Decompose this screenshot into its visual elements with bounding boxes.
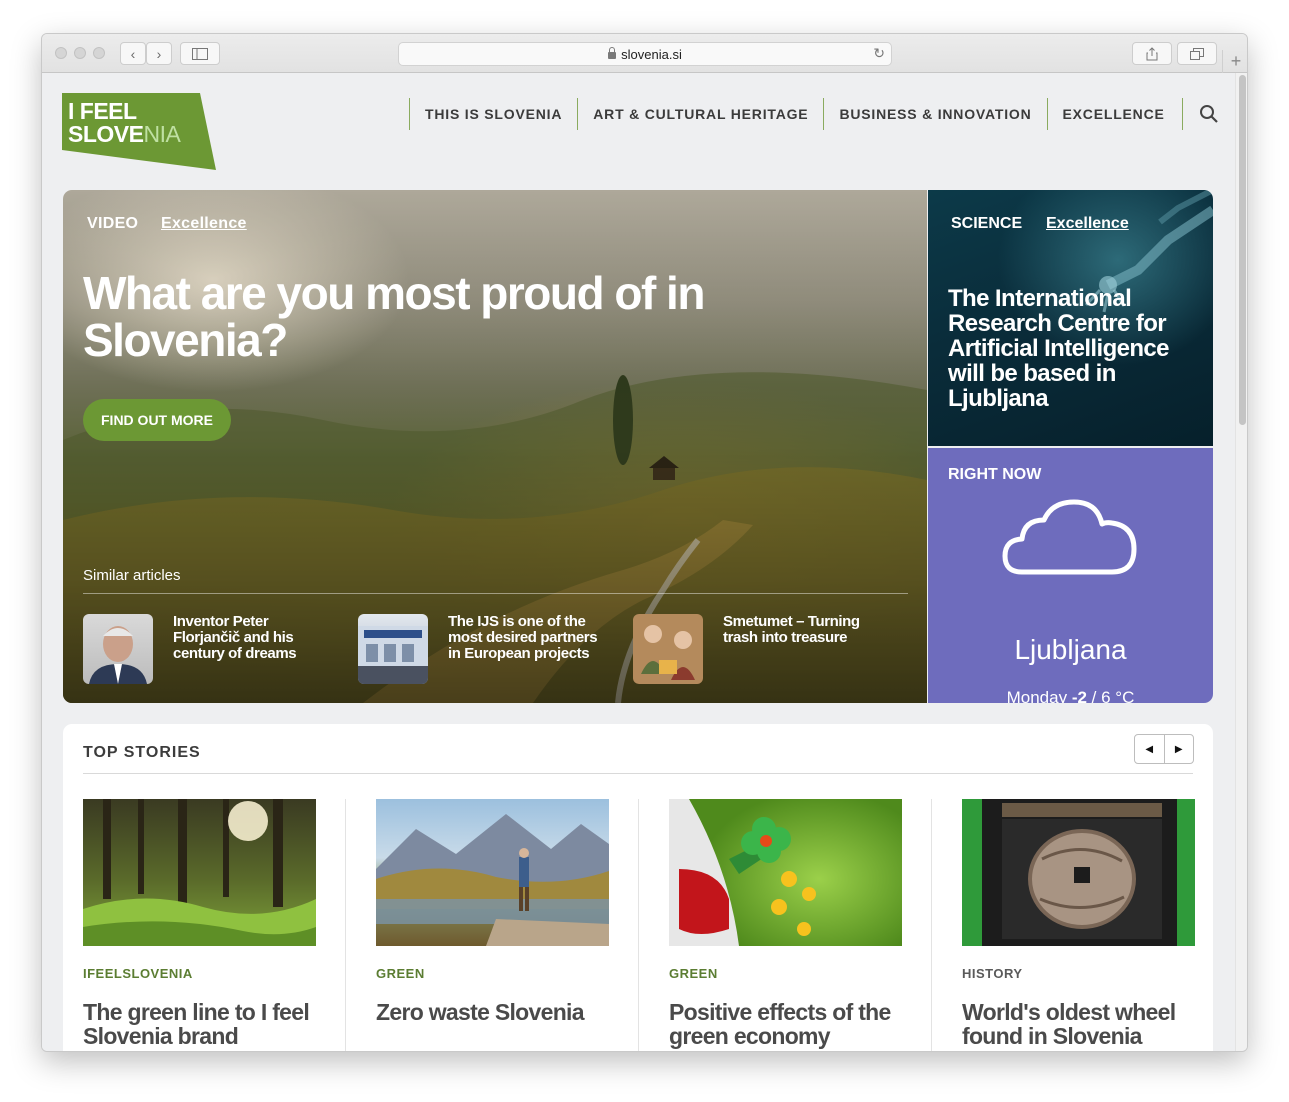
site-logo[interactable]: I FEEL SLOVENIA — [62, 93, 216, 170]
top-stories-title: TOP STORIES — [83, 744, 201, 761]
hero-tag: VIDEO — [87, 215, 139, 232]
similar-divider — [83, 593, 908, 594]
similar-article-title: The IJS is one of the most desired partn… — [448, 613, 598, 662]
similar-article-thumb — [83, 614, 153, 684]
hero-title[interactable]: What are you most proud of in Slovenia? — [83, 270, 803, 364]
carousel-controls: ◀ ▶ — [1134, 734, 1194, 764]
story-card[interactable]: GREEN Positive effects of the green econ… — [669, 799, 902, 1048]
page-scrollbar[interactable] — [1235, 73, 1247, 1051]
story-title[interactable]: Positive effects of the green economy — [669, 1000, 902, 1048]
cloud-icon — [1002, 499, 1137, 575]
share-icon — [1146, 46, 1158, 60]
similar-article[interactable]: Smetumet – Turning trash into treasure — [633, 614, 893, 684]
similar-article[interactable]: The IJS is one of the most desired partn… — [358, 614, 618, 684]
triangle-left-icon: ◀ — [1145, 743, 1154, 755]
story-category[interactable]: IFEELSLOVENIA — [83, 966, 316, 981]
similar-articles-label: Similar articles — [83, 567, 181, 584]
story-image — [962, 799, 1195, 946]
story-title[interactable]: World's oldest wheel found in Slovenia — [962, 1000, 1195, 1048]
plus-icon: + — [1230, 51, 1242, 71]
top-stories-panel: TOP STORIES ◀ ▶ IFEELSLOVENIA The green … — [63, 724, 1213, 1051]
story-image — [669, 799, 902, 946]
science-title[interactable]: The International Research Centre for Ar… — [948, 286, 1198, 411]
science-category-link[interactable]: Excellence — [1046, 215, 1129, 233]
story-image — [376, 799, 609, 946]
tabs-button[interactable] — [1177, 42, 1217, 65]
similar-article-title: Smetumet – Turning trash into treasure — [723, 613, 860, 646]
weather-widget: RIGHT NOW Ljubljana Monday -2 / 6 °C — [928, 448, 1213, 703]
browser-toolbar: ‹ › slovenia.si ↻ — [42, 34, 1247, 73]
hero-category-link[interactable]: Excellence — [161, 215, 247, 233]
tabs-icon — [1190, 47, 1204, 60]
story-card[interactable]: HISTORY World's oldest wheel found in Sl… — [962, 799, 1195, 1048]
card-separator — [931, 799, 932, 1051]
search-icon — [1199, 105, 1218, 123]
web-page: I FEEL SLOVENIA THIS IS SLOVENIA ART & C… — [42, 73, 1235, 1051]
similar-article-title: Inventor Peter Florjančič and his centur… — [173, 613, 297, 662]
address-bar[interactable]: slovenia.si ↻ — [398, 42, 892, 66]
nav-excellence[interactable]: EXCELLENCE — [1046, 98, 1180, 130]
story-image — [83, 799, 316, 946]
logo-text-line2: SLOVENIA — [68, 121, 181, 147]
sidebar-button[interactable] — [180, 42, 220, 65]
forward-button[interactable]: › — [146, 42, 172, 65]
story-category[interactable]: GREEN — [669, 966, 902, 981]
weather-label: RIGHT NOW — [948, 466, 1042, 483]
zoom-window-button[interactable] — [93, 47, 105, 59]
browser-window: ‹ › slovenia.si ↻ + I FEEL SLOVENIA THIS… — [41, 33, 1248, 1052]
new-tab-button[interactable]: + — [1222, 50, 1247, 73]
close-window-button[interactable] — [55, 47, 67, 59]
story-title[interactable]: The green line to I feel Slovenia brand — [83, 1000, 316, 1048]
institute-image — [358, 626, 428, 684]
lake-image — [376, 814, 609, 946]
story-card[interactable]: GREEN Zero waste Slovenia — [376, 799, 609, 1024]
card-separator — [345, 799, 346, 1051]
lock-icon — [608, 46, 617, 59]
top-stories-divider — [83, 773, 1193, 774]
science-card[interactable]: SCIENCE Excellence The International Res… — [928, 190, 1213, 446]
story-category[interactable]: HISTORY — [962, 966, 1195, 981]
similar-article-thumb — [633, 614, 703, 684]
minimize-window-button[interactable] — [74, 47, 86, 59]
hero-banner[interactable]: VIDEO Excellence What are you most proud… — [63, 190, 927, 703]
chevron-left-icon: ‹ — [130, 45, 136, 62]
chevron-right-icon: › — [156, 45, 162, 62]
story-category[interactable]: GREEN — [376, 966, 609, 981]
carousel-next-button[interactable]: ▶ — [1163, 735, 1194, 763]
url-text: slovenia.si — [621, 46, 682, 62]
nav-this-is-slovenia[interactable]: THIS IS SLOVENIA — [409, 98, 577, 130]
similar-article[interactable]: Inventor Peter Florjančič and his centur… — [83, 614, 343, 684]
team-photo-image — [641, 625, 695, 680]
story-card[interactable]: IFEELSLOVENIA The green line to I feel S… — [83, 799, 316, 1048]
back-button[interactable]: ‹ — [120, 42, 146, 65]
nav-art-cultural-heritage[interactable]: ART & CULTURAL HERITAGE — [577, 98, 823, 130]
forest-image — [83, 799, 316, 946]
car-flower-image — [669, 799, 816, 946]
triangle-right-icon: ▶ — [1174, 743, 1183, 755]
scrollbar-thumb[interactable] — [1239, 75, 1246, 425]
weather-city: Ljubljana — [1014, 634, 1127, 665]
story-title[interactable]: Zero waste Slovenia — [376, 1000, 609, 1024]
sidebar-icon — [192, 47, 208, 60]
find-out-more-button[interactable]: FIND OUT MORE — [83, 399, 231, 441]
share-button[interactable] — [1132, 42, 1172, 65]
carousel-prev-button[interactable]: ◀ — [1135, 735, 1164, 763]
nav-business-innovation[interactable]: BUSINESS & INNOVATION — [823, 98, 1046, 130]
weather-forecast: Monday -2 / 6 °C — [1006, 688, 1135, 703]
reload-icon[interactable]: ↻ — [873, 45, 885, 62]
portrait-image — [89, 626, 147, 684]
card-separator — [638, 799, 639, 1051]
main-nav: THIS IS SLOVENIA ART & CULTURAL HERITAGE… — [409, 98, 1222, 130]
search-button[interactable] — [1181, 98, 1222, 130]
ancient-wheel-image — [982, 799, 1177, 946]
science-tag: SCIENCE — [951, 215, 1023, 232]
similar-article-thumb — [358, 614, 428, 684]
